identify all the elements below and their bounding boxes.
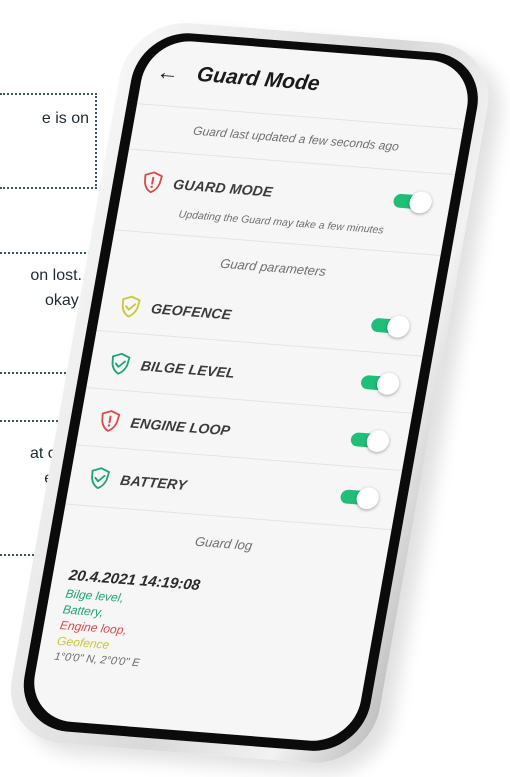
toggle-knob <box>385 314 412 339</box>
phone-device: ← Guard Mode Guard last updated a few se… <box>0 14 500 777</box>
guard-mode-label: GUARD MODE <box>172 176 275 200</box>
param-label: BATTERY <box>119 471 189 493</box>
guard-log: 20.4.2021 14:19:08 Bilge level, Battery,… <box>53 567 201 675</box>
toggle-knob <box>407 190 434 215</box>
param-label: ENGINE LOOP <box>129 414 232 439</box>
shield-check-icon <box>111 352 131 375</box>
back-arrow-icon[interactable]: ← <box>155 59 186 87</box>
shield-alert-icon <box>144 171 163 194</box>
param-label: GEOFENCE <box>149 300 233 323</box>
param-label: BILGE LEVEL <box>139 357 237 381</box>
toggle-knob <box>354 486 381 510</box>
params-heading: Guard parameters <box>219 255 328 279</box>
geofence-toggle[interactable] <box>370 314 412 339</box>
param-row-geofence: GEOFENCE <box>98 285 431 350</box>
toggle-knob <box>365 429 391 453</box>
toggle-knob <box>375 372 402 396</box>
shield-check-icon <box>121 295 141 318</box>
guard-mode-toggle[interactable] <box>392 190 434 215</box>
page-title: Guard Mode <box>195 63 322 96</box>
battery-toggle[interactable] <box>339 486 381 510</box>
shield-check-icon <box>91 467 110 490</box>
shield-alert-icon <box>101 410 121 432</box>
bilge-level-toggle[interactable] <box>359 372 402 396</box>
app-screen: ← Guard Mode Guard last updated a few se… <box>27 38 475 745</box>
log-heading: Guard log <box>193 533 254 554</box>
engine-loop-toggle[interactable] <box>349 429 391 453</box>
